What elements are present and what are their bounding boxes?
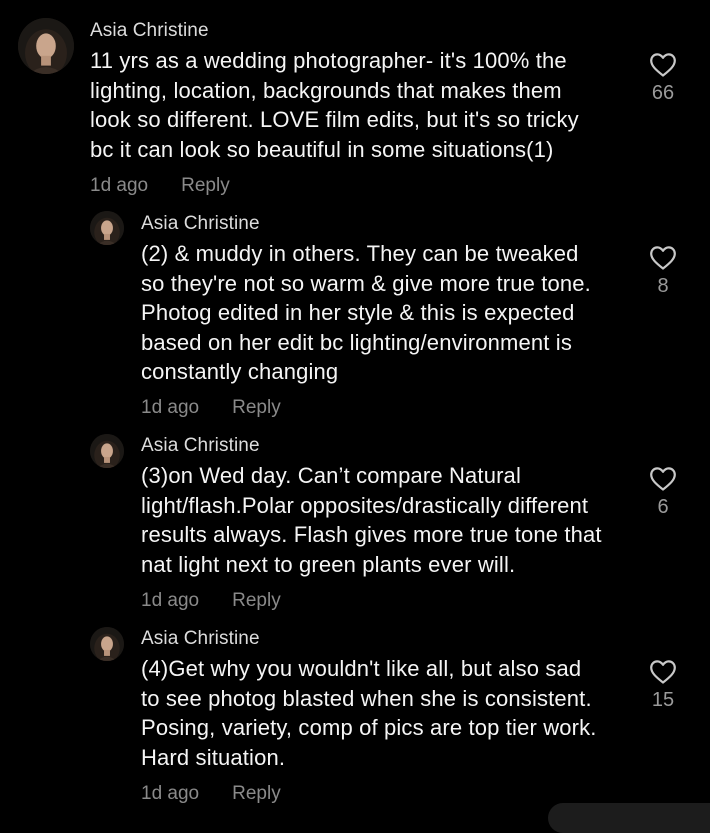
like-control: 6: [643, 466, 683, 519]
comment-text: (3)on Wed day. Can’t compare Natural lig…: [141, 461, 602, 579]
comment-text-line: light/flash.Polar opposites/drastically …: [141, 492, 589, 518]
comment-text-line: based on her edit bc lighting/environmen…: [141, 329, 572, 355]
comment-text-line: (4)Get why you wouldn't like all, but al…: [141, 656, 582, 681]
comment-meta: 1d ago Reply: [141, 783, 281, 805]
comment-timestamp: 1d ago: [141, 397, 200, 418]
avatar[interactable]: [90, 627, 124, 661]
comment-timestamp: 1d ago: [141, 590, 200, 611]
comment-author[interactable]: Asia Christine: [90, 20, 209, 42]
like-control: 15: [643, 659, 683, 712]
comment-author[interactable]: Asia Christine: [141, 435, 260, 457]
comment-text-line: (2) & muddy in others. They can be tweak…: [141, 241, 579, 266]
comment-text-line: to see photog blasted when she is consis…: [141, 685, 592, 711]
comment-text-line: bc it can look so beautiful in some situ…: [90, 136, 554, 162]
comment-meta: 1d ago Reply: [90, 175, 230, 197]
avatar-portrait-icon: [90, 211, 124, 245]
like-count: 15: [651, 689, 675, 711]
comment-text-line: results always. Flash gives more true to…: [141, 522, 602, 548]
comment-timestamp: 1d ago: [141, 783, 200, 804]
comment-timestamp: 1d ago: [90, 175, 149, 196]
comment-text: (4)Get why you wouldn't like all, but al…: [141, 654, 597, 772]
like-control: 8: [643, 245, 683, 298]
comment-text-line: so they're not so warm & give more true …: [141, 270, 591, 296]
comment-text: 11 yrs as a wedding photographer- it's 1…: [90, 46, 579, 164]
comment-author[interactable]: Asia Christine: [141, 213, 260, 235]
comment-text-line: (3)on Wed day. Can’t compare Natural: [141, 463, 521, 488]
comment-author[interactable]: Asia Christine: [141, 628, 260, 650]
reply-button[interactable]: Reply: [232, 590, 281, 611]
comment-text-line: nat light next to green plants ever will…: [141, 551, 516, 577]
heart-outline-icon[interactable]: [649, 659, 677, 685]
like-count: 66: [651, 82, 675, 104]
heart-outline-icon[interactable]: [649, 52, 677, 78]
avatar-portrait-icon: [18, 18, 74, 74]
avatar[interactable]: [90, 211, 124, 245]
comment-text: (2) & muddy in others. They can be tweak…: [141, 239, 591, 387]
comment-text-line: Posing, variety, comp of pics are top ti…: [141, 715, 597, 741]
comment-text-line: constantly changing: [141, 359, 339, 385]
comment-text-line: lighting, location, backgrounds that mak…: [90, 77, 562, 103]
like-control: 66: [643, 52, 683, 105]
heart-outline-icon[interactable]: [649, 466, 677, 492]
like-count: 8: [657, 275, 669, 297]
like-count: 6: [657, 496, 669, 518]
comment-text-line: look so different. LOVE film edits, but …: [90, 107, 579, 133]
comment-text-line: Hard situation.: [141, 744, 286, 770]
comment-text-line: Photog edited in her style & this is exp…: [141, 300, 575, 326]
avatar[interactable]: [18, 18, 74, 74]
avatar[interactable]: [90, 434, 124, 468]
avatar-portrait-icon: [90, 627, 124, 661]
bottom-overlay-pill: [548, 803, 710, 833]
avatar-portrait-icon: [90, 434, 124, 468]
comment-meta: 1d ago Reply: [141, 590, 281, 612]
comment-meta: 1d ago Reply: [141, 397, 281, 419]
comment-text-line: 11 yrs as a wedding photographer- it's 1…: [90, 48, 567, 73]
reply-button[interactable]: Reply: [232, 783, 281, 804]
reply-button[interactable]: Reply: [181, 175, 230, 196]
reply-button[interactable]: Reply: [232, 397, 281, 418]
heart-outline-icon[interactable]: [649, 245, 677, 271]
